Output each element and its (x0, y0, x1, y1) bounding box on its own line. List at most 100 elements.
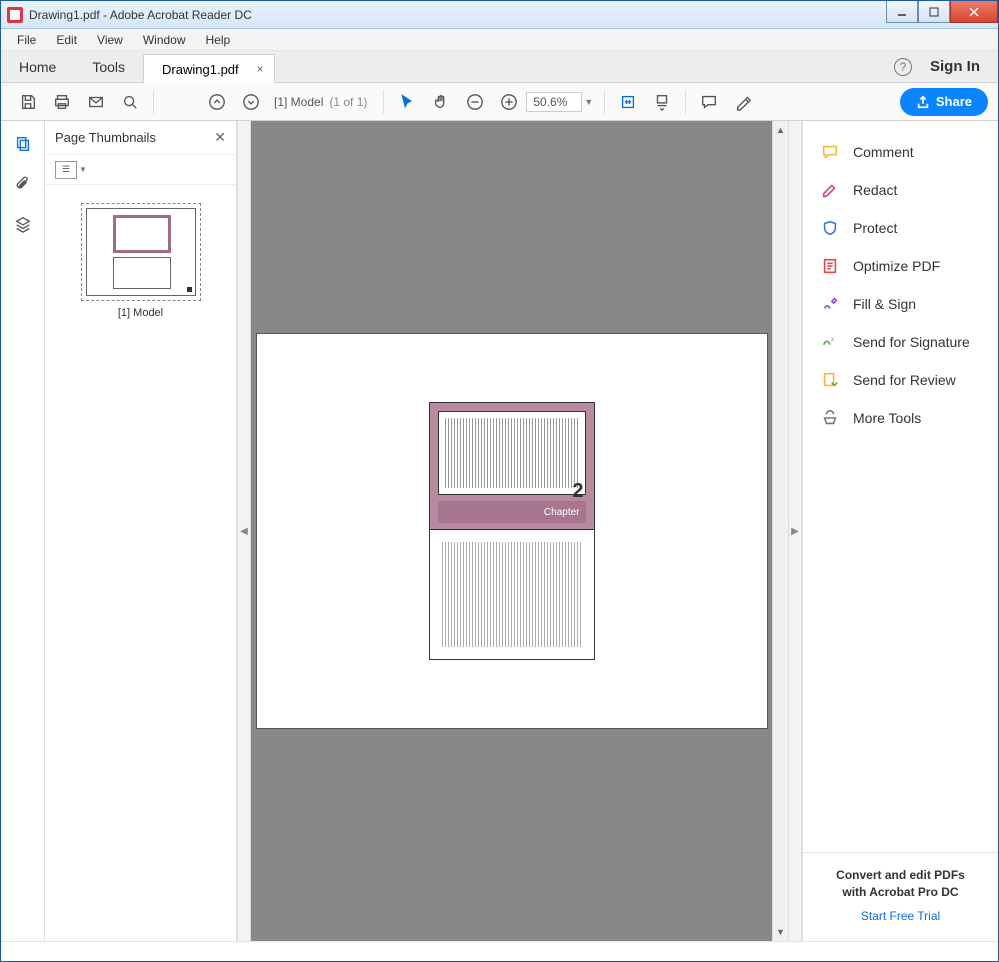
thumbnail-item[interactable] (81, 203, 201, 301)
promo-line1: Convert and edit PDFs (813, 867, 988, 884)
app-window: Drawing1.pdf - Adobe Acrobat Reader DC F… (0, 0, 999, 962)
window-title: Drawing1.pdf - Adobe Acrobat Reader DC (29, 8, 886, 22)
document-viewport[interactable]: 2 Chapter (251, 121, 772, 941)
share-icon (916, 95, 930, 109)
chapter-label: Chapter (438, 501, 586, 523)
tool-protect[interactable]: Protect (803, 209, 998, 247)
tool-label: More Tools (853, 410, 921, 426)
tabs-row: Home Tools Drawing1.pdf × ? Sign In (1, 51, 998, 83)
zoom-dropdown-icon[interactable]: ▼ (584, 97, 598, 107)
menu-help[interactable]: Help (196, 31, 241, 49)
layers-rail-icon[interactable] (12, 213, 34, 235)
scroll-up-icon[interactable]: ▲ (773, 121, 788, 139)
share-label: Share (936, 94, 972, 109)
svg-text:x: x (831, 336, 835, 343)
print-icon[interactable] (45, 85, 79, 119)
promo-footer: Convert and edit PDFs with Acrobat Pro D… (803, 852, 998, 941)
pointer-icon[interactable] (390, 85, 424, 119)
page-display-icon[interactable] (645, 85, 679, 119)
page-down-icon[interactable] (234, 85, 268, 119)
thumbnails-close-icon[interactable]: ✕ (214, 129, 226, 146)
chapter-number: 2 (572, 480, 583, 503)
page-count: (1 of 1) (329, 95, 367, 109)
window-controls (886, 1, 998, 28)
left-rail (1, 121, 45, 941)
thumbnail-preview (86, 208, 196, 296)
tab-document[interactable]: Drawing1.pdf × (143, 54, 275, 83)
thumbnails-options-icon[interactable]: ☰ (55, 161, 77, 179)
zoom-input[interactable] (526, 92, 582, 112)
tool-optimize[interactable]: Optimize PDF (803, 247, 998, 285)
tool-label: Send for Review (853, 372, 956, 388)
thumbnails-tools: ☰ ▼ (45, 155, 236, 185)
right-splitter[interactable]: ▶ (788, 121, 802, 941)
tool-label: Comment (853, 144, 914, 160)
menu-window[interactable]: Window (133, 31, 196, 49)
attachments-rail-icon[interactable] (12, 173, 34, 195)
close-button[interactable] (950, 1, 998, 23)
tool-sendreview[interactable]: Send for Review (803, 361, 998, 399)
comment-icon[interactable] (692, 85, 726, 119)
thumbnails-header: Page Thumbnails ✕ (45, 121, 236, 155)
tool-label: Fill & Sign (853, 296, 916, 312)
promo-cta-link[interactable]: Start Free Trial (813, 909, 988, 923)
page-up-icon[interactable] (200, 85, 234, 119)
thumbnails-panel: Page Thumbnails ✕ ☰ ▼ [1] Model (45, 121, 237, 941)
sendsig-tool-icon: x (821, 333, 839, 351)
fillsign-tool-icon (821, 295, 839, 313)
vertical-scrollbar[interactable]: ▲ ▼ (772, 121, 788, 941)
save-icon[interactable] (11, 85, 45, 119)
redact-tool-icon (821, 181, 839, 199)
thumbnails-title: Page Thumbnails (55, 130, 214, 145)
tools-panel: Comment Redact Protect Optimize PDF Fill… (802, 121, 998, 941)
tools-list: Comment Redact Protect Optimize PDF Fill… (803, 121, 998, 449)
thumbnails-rail-icon[interactable] (12, 133, 34, 155)
menubar: File Edit View Window Help (1, 29, 998, 51)
zoom-in-icon[interactable] (492, 85, 526, 119)
document-area: 2 Chapter ▲ ▼ (251, 121, 788, 941)
left-splitter[interactable]: ◀ (237, 121, 251, 941)
zoom-out-icon[interactable] (458, 85, 492, 119)
tab-close-icon[interactable]: × (257, 62, 264, 76)
search-icon[interactable] (113, 85, 147, 119)
hand-icon[interactable] (424, 85, 458, 119)
minimize-button[interactable] (886, 1, 918, 23)
tab-document-label: Drawing1.pdf (162, 62, 239, 77)
titlebar: Drawing1.pdf - Adobe Acrobat Reader DC (1, 1, 998, 29)
pdf-page: 2 Chapter (256, 333, 768, 729)
fit-width-icon[interactable] (611, 85, 645, 119)
tool-redact[interactable]: Redact (803, 171, 998, 209)
page-content-bottom (429, 530, 595, 660)
menu-edit[interactable]: Edit (46, 31, 87, 49)
sign-in-link[interactable]: Sign In (930, 58, 980, 75)
thumbnail-label: [1] Model (118, 307, 163, 319)
maximize-button[interactable] (918, 1, 950, 23)
tool-more[interactable]: More Tools (803, 399, 998, 437)
sendreview-tool-icon (821, 371, 839, 389)
thumbnails-list: [1] Model (45, 185, 236, 941)
app-icon (7, 7, 23, 23)
tab-tools[interactable]: Tools (74, 51, 143, 82)
tool-comment[interactable]: Comment (803, 133, 998, 171)
toolbar: [1] Model (1 of 1) ▼ Share (1, 83, 998, 121)
sign-icon[interactable] (726, 85, 760, 119)
tool-fillsign[interactable]: Fill & Sign (803, 285, 998, 323)
body: Page Thumbnails ✕ ☰ ▼ [1] Model ◀ (1, 121, 998, 941)
page-content-top: 2 Chapter (429, 402, 595, 530)
menu-view[interactable]: View (87, 31, 133, 49)
moretools-icon (821, 409, 839, 427)
tool-label: Send for Signature (853, 334, 970, 350)
tool-label: Optimize PDF (853, 258, 940, 274)
help-icon[interactable]: ? (894, 58, 912, 76)
tool-sendsig[interactable]: x Send for Signature (803, 323, 998, 361)
statusbar (1, 941, 998, 961)
email-icon[interactable] (79, 85, 113, 119)
scroll-down-icon[interactable]: ▼ (773, 923, 788, 941)
tab-home[interactable]: Home (1, 51, 74, 82)
comment-tool-icon (821, 143, 839, 161)
share-button[interactable]: Share (900, 88, 988, 116)
optimize-tool-icon (821, 257, 839, 275)
thumbnails-options-dropdown-icon[interactable]: ▼ (79, 165, 87, 174)
tool-label: Redact (853, 182, 897, 198)
menu-file[interactable]: File (7, 31, 46, 49)
